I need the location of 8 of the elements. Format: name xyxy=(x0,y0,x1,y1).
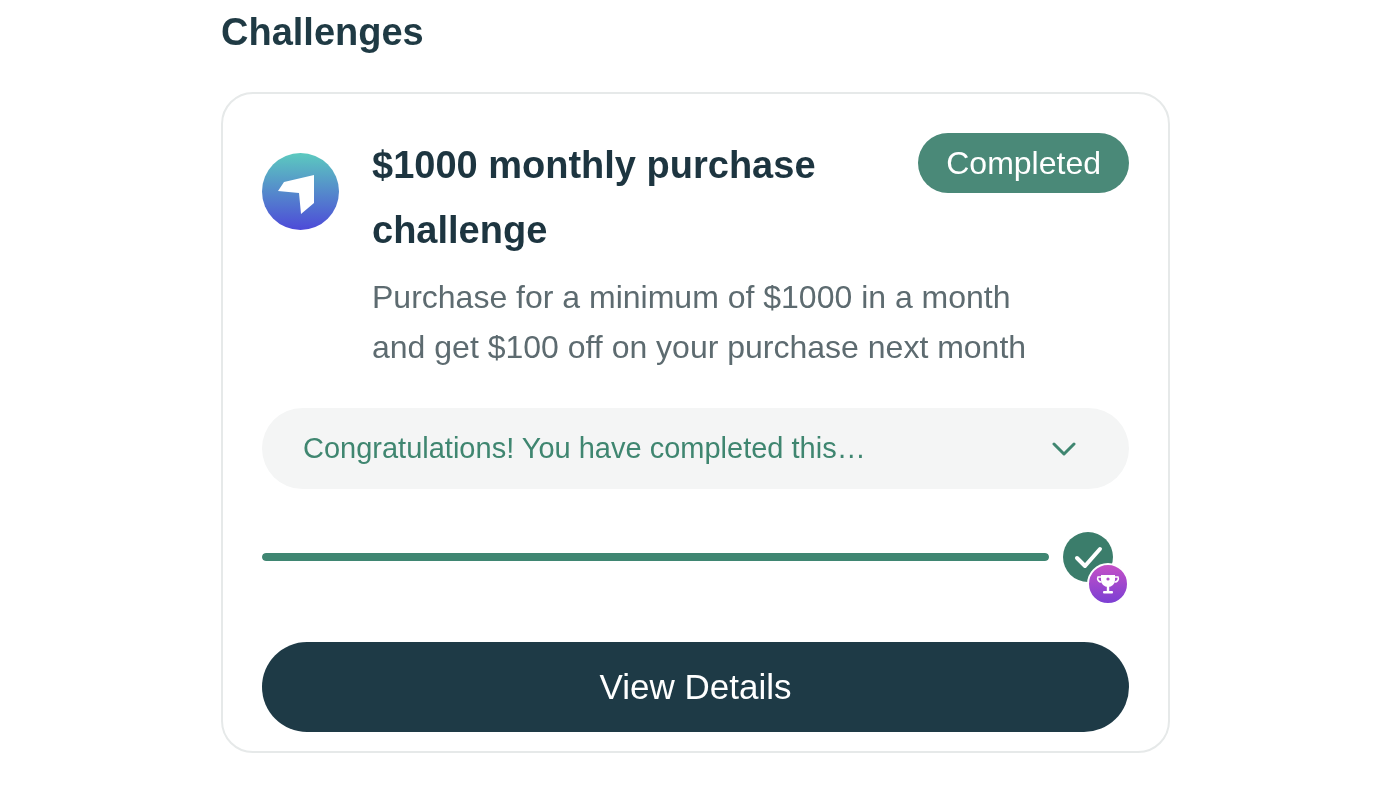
challenge-description: Purchase for a minimum of $1000 in a month and get $100 off on your purchase next month xyxy=(372,278,1028,367)
view-details-button[interactable]: View Details xyxy=(262,642,1129,732)
arrow-logo-icon xyxy=(262,153,339,230)
status-badge: Completed xyxy=(918,133,1129,193)
challenge-title: $1000 monthly purchase challenge xyxy=(372,143,817,253)
message-accordion[interactable]: Congratulations! You have completed this… xyxy=(262,408,1129,489)
section-title: Challenges xyxy=(221,10,425,55)
trophy-icon xyxy=(1087,563,1129,605)
